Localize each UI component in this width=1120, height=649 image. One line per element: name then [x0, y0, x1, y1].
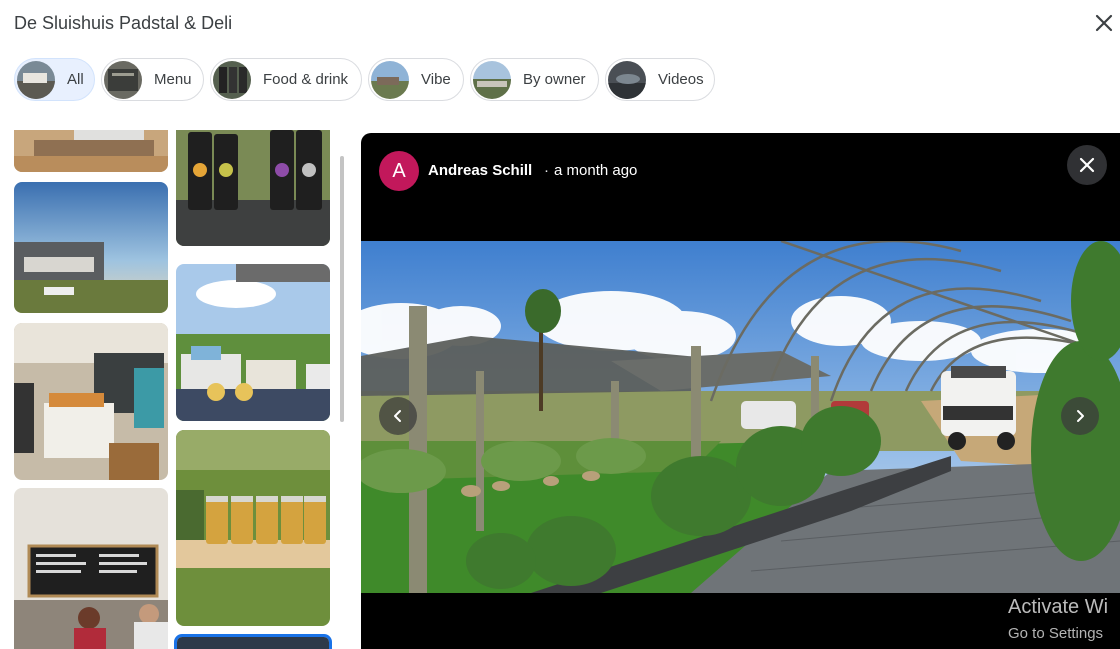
chip-food-drink[interactable]: Food & drink [210, 58, 362, 101]
chip-vibe[interactable]: Vibe [368, 58, 464, 101]
chevron-right-icon[interactable] [1061, 397, 1099, 435]
chip-thumbnail [371, 60, 409, 99]
chip-label: Videos [658, 71, 704, 88]
chip-thumbnail [473, 60, 511, 99]
gallery-photo-olive-oils[interactable] [176, 130, 330, 246]
chip-label: All [67, 71, 84, 88]
chip-thumbnail [608, 60, 646, 99]
chip-all[interactable]: All [14, 58, 95, 101]
photo-viewer: A Andreas Schill · a month ago [361, 133, 1120, 649]
chip-thumbnail [213, 60, 251, 99]
filter-chips: All Menu Food & drink Vibe By owner Vide… [14, 58, 715, 102]
chip-thumbnail [104, 60, 142, 99]
chip-label: By owner [523, 71, 586, 88]
author-name[interactable]: Andreas Schill [428, 162, 532, 179]
chevron-left-icon[interactable] [379, 397, 417, 435]
close-icon[interactable] [1067, 145, 1107, 185]
chip-label: Menu [154, 71, 192, 88]
gallery-photo-menu-board[interactable] [14, 488, 168, 649]
chip-by-owner[interactable]: By owner [470, 58, 599, 101]
gallery-photo-interior[interactable] [14, 323, 168, 480]
activate-windows-watermark: Activate Wi [1008, 596, 1109, 618]
post-time: a month ago [554, 162, 638, 179]
page-title: De Sluishuis Padstal & Deli [14, 13, 233, 33]
header: De Sluishuis Padstal & Deli [0, 0, 1120, 50]
avatar[interactable]: A [379, 151, 419, 191]
gallery-photo-jam-jars[interactable] [176, 430, 330, 626]
activate-windows-subtext: Go to Settings [1008, 625, 1104, 642]
close-icon[interactable] [1092, 11, 1116, 35]
gallery-photo-deck[interactable] [14, 130, 168, 172]
gallery-photo-building-sunset[interactable] [14, 182, 168, 313]
main-photo [361, 241, 1120, 593]
chip-menu[interactable]: Menu [101, 58, 204, 101]
gallery-photo-selected[interactable] [174, 634, 332, 649]
gallery-photo-lounge-drinks[interactable] [176, 264, 330, 421]
photo-gallery [0, 130, 345, 649]
separator: · [544, 162, 549, 179]
chip-label: Vibe [421, 71, 451, 88]
chip-videos[interactable]: Videos [605, 58, 715, 101]
gallery-scrollbar[interactable] [340, 156, 344, 422]
chip-label: Food & drink [263, 71, 349, 88]
chip-thumbnail [17, 60, 55, 99]
